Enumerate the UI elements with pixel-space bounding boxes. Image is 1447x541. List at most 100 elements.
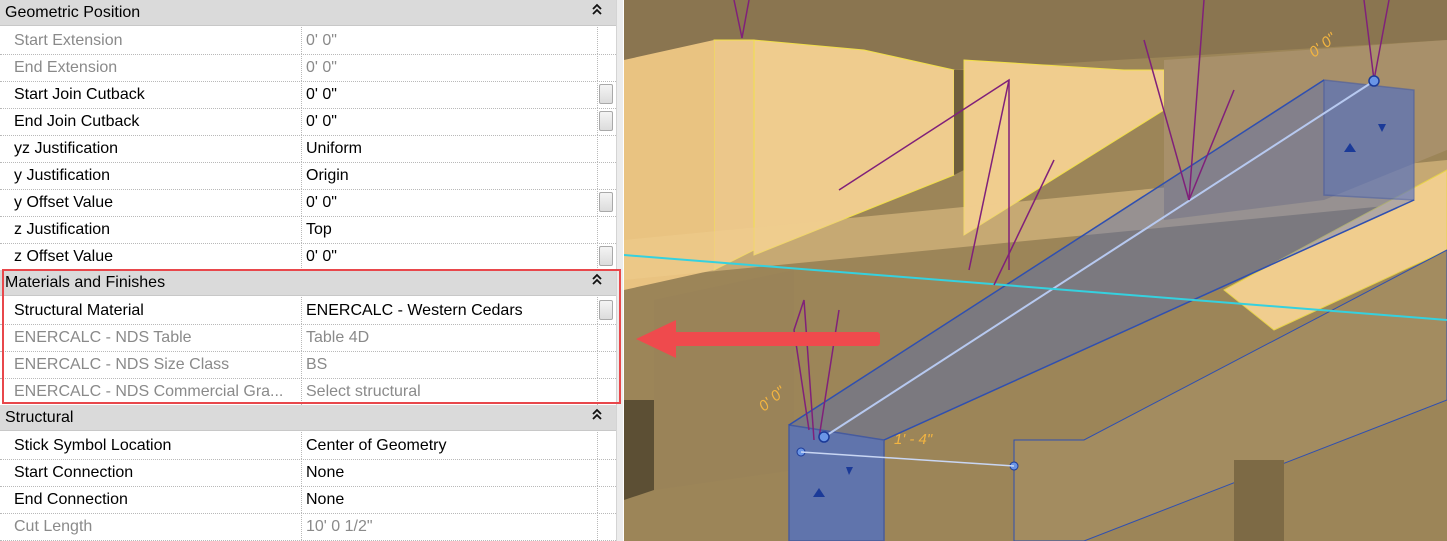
column-divider bbox=[597, 108, 598, 135]
property-name: yz Justification bbox=[14, 140, 119, 157]
double-chevron-up-icon[interactable] bbox=[592, 273, 602, 288]
column-divider bbox=[597, 81, 598, 108]
properties-panel: Geometric Position Start Extension 0' 0" En… bbox=[0, 0, 622, 541]
property-value[interactable]: None bbox=[306, 464, 344, 482]
column-divider bbox=[301, 324, 302, 351]
property-row: ENERCALC - NDS Size Class BS bbox=[0, 351, 616, 379]
section-header[interactable]: Geometric Position bbox=[0, 0, 616, 26]
property-value[interactable]: 0' 0" bbox=[306, 194, 337, 212]
property-row[interactable]: y Offset Value 0' 0" bbox=[0, 189, 616, 217]
column-divider bbox=[301, 378, 302, 405]
property-value[interactable]: Top bbox=[306, 221, 332, 239]
column-divider bbox=[301, 513, 302, 540]
dimension-length-label: 1' - 4" bbox=[894, 431, 933, 448]
column-divider bbox=[597, 27, 598, 54]
property-row[interactable]: y Justification Origin bbox=[0, 162, 616, 190]
property-row: Cut Length 10' 0 1/2" bbox=[0, 513, 616, 541]
property-value[interactable]: Uniform bbox=[306, 140, 362, 158]
property-name: y Offset Value bbox=[14, 194, 114, 211]
properties-scrollbar[interactable] bbox=[616, 0, 623, 541]
parameter-button[interactable] bbox=[599, 246, 613, 266]
column-divider bbox=[597, 162, 598, 189]
parameter-button[interactable] bbox=[599, 300, 613, 320]
section-title: Structural bbox=[5, 409, 74, 426]
property-value[interactable]: ENERCALC - Western Cedars bbox=[306, 302, 523, 320]
property-value[interactable]: 0' 0" bbox=[306, 86, 337, 104]
column-divider bbox=[301, 459, 302, 486]
property-value[interactable]: None bbox=[306, 491, 344, 509]
property-row[interactable]: Stick Symbol Location Center of Geometry bbox=[0, 432, 616, 460]
property-name: End Connection bbox=[14, 491, 128, 508]
property-row[interactable]: yz Justification Uniform bbox=[0, 135, 616, 163]
property-name: End Extension bbox=[14, 59, 118, 76]
property-name: z Offset Value bbox=[14, 248, 114, 265]
column-divider bbox=[597, 513, 598, 540]
section-header[interactable]: Materials and Finishes bbox=[0, 270, 616, 296]
property-value[interactable]: Center of Geometry bbox=[306, 437, 447, 455]
column-divider bbox=[301, 216, 302, 243]
property-row[interactable]: Start Connection None bbox=[0, 459, 616, 487]
property-name: ENERCALC - NDS Table bbox=[14, 329, 192, 346]
property-row: Start Extension 0' 0" bbox=[0, 27, 616, 55]
column-divider bbox=[301, 243, 302, 270]
column-divider bbox=[301, 297, 302, 324]
column-divider bbox=[301, 135, 302, 162]
property-name: End Join Cutback bbox=[14, 113, 140, 130]
column-divider bbox=[301, 432, 302, 459]
property-value: Select structural bbox=[306, 383, 421, 400]
property-name: z Justification bbox=[14, 221, 111, 238]
property-value: 10' 0 1/2" bbox=[306, 518, 373, 535]
3d-viewport[interactable]: 0' 0" 0' 0" 1' - 4" bbox=[624, 0, 1447, 541]
column-divider bbox=[597, 459, 598, 486]
parameter-button[interactable] bbox=[599, 84, 613, 104]
property-name: Start Connection bbox=[14, 464, 134, 481]
property-value[interactable]: 0' 0" bbox=[306, 113, 337, 131]
property-row[interactable]: Structural Material ENERCALC - Western Ce… bbox=[0, 297, 616, 325]
property-value: BS bbox=[306, 356, 328, 373]
column-divider bbox=[597, 216, 598, 243]
column-divider bbox=[597, 486, 598, 513]
column-divider bbox=[301, 162, 302, 189]
double-chevron-up-icon[interactable] bbox=[592, 3, 602, 18]
column-divider bbox=[301, 81, 302, 108]
parameter-button[interactable] bbox=[599, 192, 613, 212]
property-row: ENERCALC - NDS Commercial Gra... Select s… bbox=[0, 378, 616, 406]
double-chevron-up-icon[interactable] bbox=[592, 408, 602, 423]
parameter-button[interactable] bbox=[599, 111, 613, 131]
property-value[interactable]: 0' 0" bbox=[306, 248, 337, 266]
property-name: ENERCALC - NDS Commercial Gra... bbox=[14, 383, 284, 400]
property-value: 0' 0" bbox=[306, 59, 337, 76]
property-value: 0' 0" bbox=[306, 32, 337, 49]
column-divider bbox=[597, 54, 598, 81]
property-name: ENERCALC - NDS Size Class bbox=[14, 356, 230, 373]
property-name: Start Extension bbox=[14, 32, 123, 49]
property-row[interactable]: z Offset Value 0' 0" bbox=[0, 243, 616, 271]
section-title: Materials and Finishes bbox=[5, 274, 166, 291]
column-divider bbox=[301, 108, 302, 135]
property-row: ENERCALC - NDS Table Table 4D bbox=[0, 324, 616, 352]
column-divider bbox=[301, 189, 302, 216]
property-row: End Extension 0' 0" bbox=[0, 54, 616, 82]
column-divider bbox=[597, 243, 598, 270]
property-name: y Justification bbox=[14, 167, 111, 184]
column-divider bbox=[301, 351, 302, 378]
column-divider bbox=[597, 135, 598, 162]
property-row[interactable]: Start Join Cutback 0' 0" bbox=[0, 81, 616, 109]
property-value[interactable]: Origin bbox=[306, 167, 349, 185]
column-divider bbox=[301, 54, 302, 81]
column-divider bbox=[301, 486, 302, 513]
column-divider bbox=[597, 351, 598, 378]
column-divider bbox=[597, 432, 598, 459]
property-row[interactable]: z Justification Top bbox=[0, 216, 616, 244]
column-divider bbox=[597, 378, 598, 405]
column-divider bbox=[597, 189, 598, 216]
property-name: Stick Symbol Location bbox=[14, 437, 172, 454]
property-row[interactable]: End Connection None bbox=[0, 486, 616, 514]
section-header[interactable]: Structural bbox=[0, 405, 616, 431]
property-name: Cut Length bbox=[14, 518, 93, 535]
column-divider bbox=[597, 297, 598, 324]
property-row[interactable]: End Join Cutback 0' 0" bbox=[0, 108, 616, 136]
column-divider bbox=[301, 27, 302, 54]
section-title: Geometric Position bbox=[5, 4, 141, 21]
property-name: Structural Material bbox=[14, 302, 144, 319]
